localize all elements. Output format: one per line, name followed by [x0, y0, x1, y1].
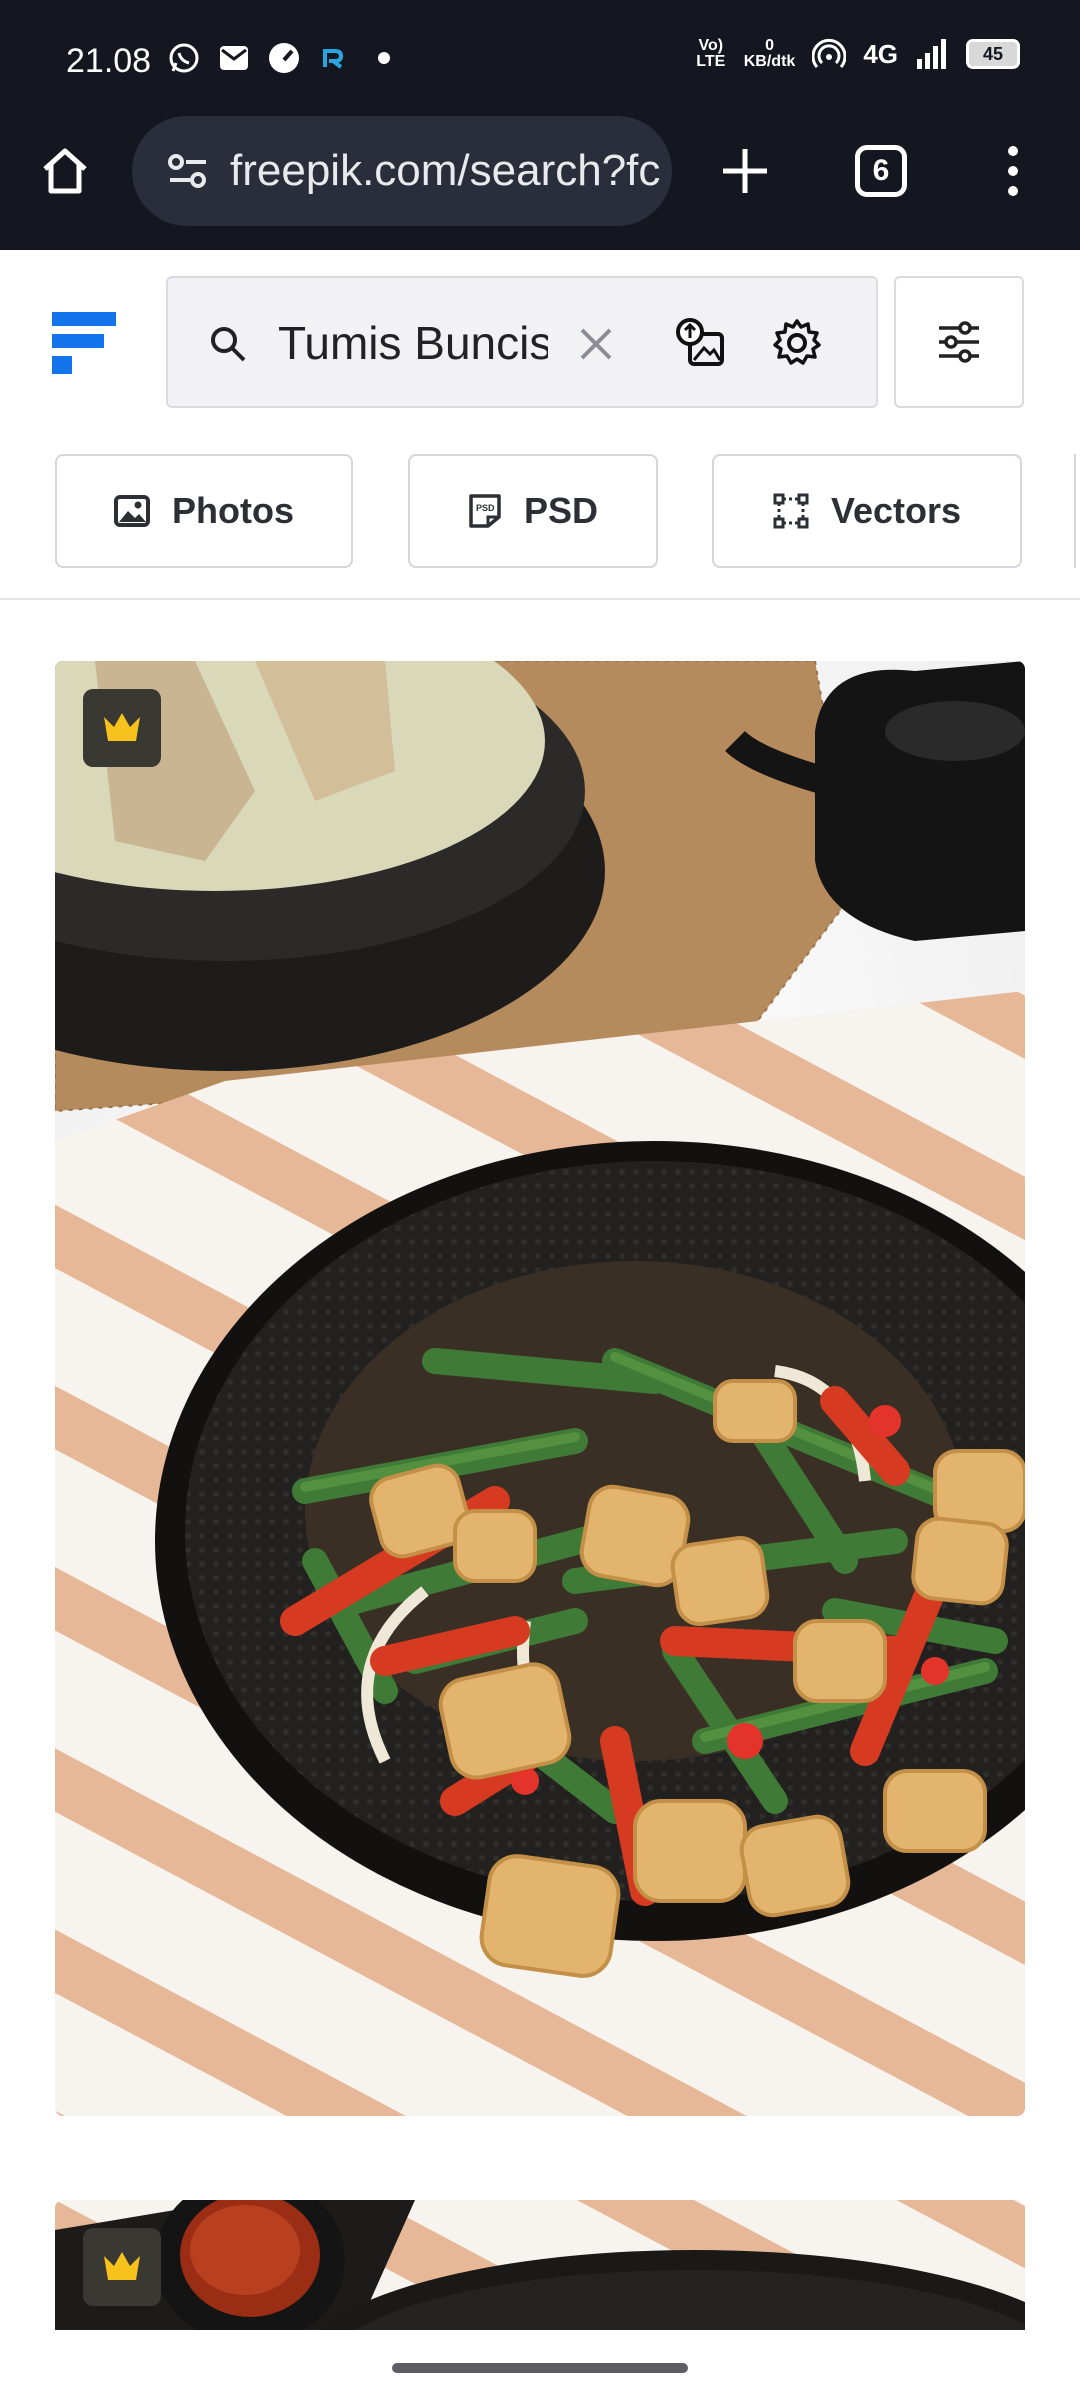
close-icon — [580, 328, 612, 360]
volte-indicator: Vo) LTE — [696, 37, 726, 70]
browser-menu-button[interactable] — [968, 126, 1058, 216]
tab-count: 6 — [855, 145, 907, 197]
filter-chip-label: PSD — [523, 490, 599, 531]
home-button[interactable] — [20, 126, 110, 216]
system-icons: Vo) LTE 0 KB/dtk 4G 45 — [694, 36, 1020, 72]
network-speed: 0 KB/dtk — [743, 37, 796, 70]
whatsapp-icon — [166, 40, 202, 76]
url-text[interactable]: freepik.com/search?fc — [230, 146, 670, 196]
image-upload-icon — [676, 318, 724, 366]
status-bar: 21.08 Vo) LTE 0 KB/dtk 4G 45 — [0, 0, 1080, 110]
gear-icon — [773, 319, 821, 365]
app-notification-icon — [316, 40, 352, 76]
browser-toolbar: freepik.com/search?fc 6 — [0, 110, 1080, 250]
filter-chip-photos[interactable]: Photos — [55, 454, 353, 568]
freepik-logo[interactable] — [52, 312, 118, 378]
food-photo-tumis-buncis — [55, 661, 1025, 2116]
search-settings-button[interactable] — [772, 318, 822, 368]
search-icon — [208, 324, 248, 364]
hotspot-icon — [811, 36, 847, 72]
freepik-logo-icon — [52, 312, 116, 374]
search-input[interactable]: Tumis Buncis — [278, 316, 548, 370]
site-settings-icon[interactable] — [166, 148, 212, 194]
signal-strength-icon — [914, 36, 950, 72]
network-type: 4G — [863, 38, 898, 69]
sliders-icon — [939, 321, 979, 363]
gesture-handle[interactable] — [392, 2363, 688, 2373]
clear-search-button[interactable] — [576, 324, 616, 364]
battery-indicator: 45 — [966, 39, 1020, 69]
status-time: 21.08 — [66, 42, 152, 80]
result-image-card[interactable] — [55, 2200, 1025, 2335]
photo-icon — [114, 495, 150, 527]
premium-badge — [83, 2228, 161, 2306]
filter-chip-psd[interactable]: PSD PSD — [408, 454, 658, 568]
more-vert-icon — [1008, 146, 1018, 196]
filter-chip-overflow-edge[interactable] — [1074, 454, 1080, 568]
filter-chip-label: Vectors — [830, 490, 962, 531]
more-notifications-dot-icon — [366, 40, 402, 76]
notification-icons — [166, 40, 402, 76]
header-divider — [0, 598, 1080, 600]
psd-file-icon: PSD — [469, 494, 501, 528]
plus-icon — [723, 149, 767, 193]
vector-icon — [773, 493, 809, 529]
premium-badge — [83, 689, 161, 767]
address-bar[interactable]: freepik.com/search?fc — [132, 116, 672, 226]
speed-gauge-icon — [266, 40, 302, 76]
filter-chip-vectors[interactable]: Vectors — [712, 454, 1022, 568]
filter-chip-label: Photos — [172, 490, 294, 531]
mail-icon — [216, 40, 252, 76]
result-image-card[interactable] — [55, 661, 1025, 2116]
filters-button[interactable] — [894, 276, 1024, 408]
site-header: Tumis Buncis Photos PSD PSD Vectors — [0, 250, 1080, 600]
food-photo-sambal — [55, 2200, 1025, 2335]
new-tab-button[interactable] — [700, 126, 790, 216]
search-box[interactable]: Tumis Buncis — [166, 276, 878, 408]
home-icon — [43, 148, 87, 194]
crown-icon — [104, 713, 140, 741]
image-search-button[interactable] — [676, 316, 730, 370]
crown-icon — [104, 2252, 140, 2280]
svg-text:PSD: PSD — [476, 503, 495, 513]
tab-switcher-button[interactable]: 6 — [836, 126, 926, 216]
